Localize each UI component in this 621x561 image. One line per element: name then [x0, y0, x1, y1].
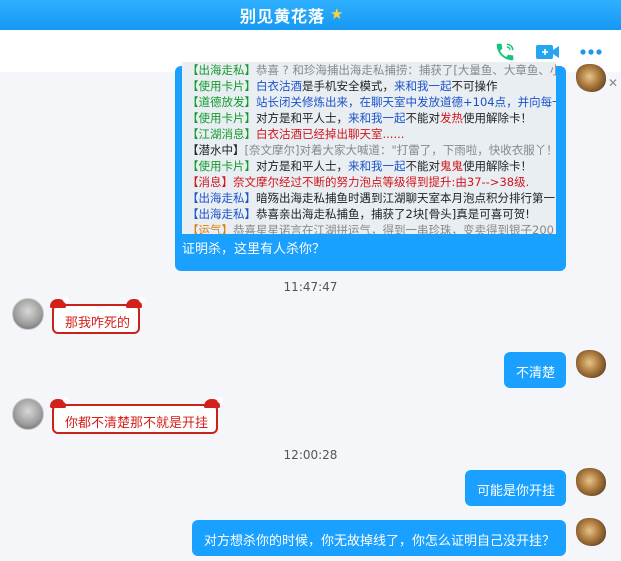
message-text: 可能是你开挂 [477, 484, 556, 499]
screenshot-text: 白衣沽酒已经掉出聊天室...... [256, 127, 405, 141]
screenshot-line: 【使用卡片】对方是和平人士，来和我一起不能对鬼鬼使用解除卡！ [187, 158, 556, 174]
image-message-bubble[interactable]: 【出海走私】恭喜 ? 和珍海捕出海走私捕捞：捕获了[大量鱼、大章鱼、小鲨 【使用卡… [175, 62, 566, 271]
santa-hat-icon [50, 397, 69, 408]
screenshot-text: 发热 [440, 111, 463, 125]
screenshot-text: 【运气】 [187, 223, 233, 234]
message-text: 对方想杀你的时候，你无故掉线了，你怎么证明自己没开挂？ [204, 534, 556, 549]
screenshot-text: 鬼鬼 [440, 159, 463, 173]
screenshot-line: 【使用卡片】对方是和平人士，来和我一起不能对发热使用解除卡！ [187, 110, 556, 126]
screenshot-text: 来和我一起 [348, 159, 406, 173]
avatar[interactable] [12, 398, 44, 430]
screenshot-text: 使用解除卡！ [463, 111, 532, 125]
message-text: 不清楚 [516, 366, 556, 381]
avatar[interactable] [576, 350, 606, 378]
screenshot-text: 不能对 [405, 111, 441, 125]
screenshot-text: 【出海走私】 [187, 63, 256, 77]
screenshot-text: [奈文摩尔]对着大家大喊道："打雷了，下雨啦，快收衣服丫！ [244, 143, 557, 157]
screenshot-text: 不可操作 [451, 79, 498, 93]
more-icon[interactable] [578, 40, 604, 64]
screenshot-line: 【消息】奈文摩尔经过不断的努力泡点等级得到提升:由37-->38级. [187, 174, 556, 190]
screenshot-line: 【使用卡片】白衣沽酒是手机安全模式，来和我一起不可操作 [187, 78, 556, 94]
screenshot-text: 来和我一起 [394, 79, 452, 93]
close-icon[interactable]: ✕ [608, 76, 618, 90]
screenshot-text: 【潜水中】 [187, 143, 245, 157]
message-bubble[interactable]: 那我咋死的 [50, 297, 145, 334]
message-text: 证明杀，这里有人杀你？ [182, 242, 326, 257]
avatar[interactable] [576, 468, 606, 496]
chat-area[interactable]: 【出海走私】恭喜 ? 和珍海捕出海走私捕捞：捕获了[大量鱼、大章鱼、小鲨 【使用卡… [0, 62, 621, 561]
message-text: 那我咋死的 [65, 316, 131, 331]
screenshot-line: 【江湖消息】白衣沽酒已经掉出聊天室...... [187, 126, 556, 142]
screenshot-line: 【出海走私】恭喜 ? 和珍海捕出海走私捕捞：捕获了[大量鱼、大章鱼、小鲨 [187, 62, 556, 78]
avatar[interactable] [12, 298, 44, 330]
screenshot-text: 恭喜亲出海走私捕鱼，捕获了2块[骨头]真是可喜可贺! [256, 207, 530, 221]
screenshot-text: 恭喜星星诺言在江湖拼运气，得到一串珍珠，变卖得到银子200 [233, 223, 554, 234]
screenshot-text: 【使用卡片】 [187, 111, 256, 125]
santa-hat-icon [204, 397, 223, 408]
message-text: 你都不清楚那不就是开挂 [65, 416, 209, 431]
screenshot-line: 【出海走私】暗殇出海走私捕鱼时遇到江湖聊天室本月泡点积分排行第一 [187, 190, 556, 206]
screenshot-line: 【潜水中】[奈文摩尔]对着大家大喊道："打雷了，下雨啦，快收衣服丫！ [187, 142, 556, 158]
screenshot-text: 【江湖消息】 [187, 127, 256, 141]
screenshot-text: 是手机安全模式， [302, 79, 394, 93]
screenshot-text: 不能对 [405, 159, 441, 173]
message-bubble[interactable]: 对方想杀你的时候，你无故掉线了，你怎么证明自己没开挂？ [192, 520, 566, 556]
screenshot-text: 【使用卡片】 [187, 159, 256, 173]
screenshot-text: 暗殇出海走私捕鱼时遇到江湖聊天室本月泡点积分排行第一 [256, 191, 555, 205]
screenshot-text: 白衣沽酒 [256, 79, 302, 93]
screenshot-text: 对方是和平人士， [256, 159, 348, 173]
screenshot-text: 奈文摩尔经过不断的努力泡点等级得到提升:由37-->38级. [233, 175, 530, 189]
screenshot-text: 对方是和平人士， [256, 111, 348, 125]
phone-icon[interactable] [492, 40, 518, 64]
santa-hat-icon [50, 297, 69, 308]
santa-hat-icon [126, 297, 145, 308]
screenshot-text: 【使用卡片】 [187, 79, 256, 93]
chat-title: 别见黄花落 [240, 7, 326, 26]
title-bar: 别见黄花落 ★ [0, 0, 621, 30]
screenshot-text: 来和我一起 [348, 111, 406, 125]
message-bubble[interactable]: 不清楚 [504, 352, 566, 388]
screenshot-text: 使用解除卡！ [463, 159, 532, 173]
star-icon: ★ [330, 5, 344, 23]
screenshot-text: 【出海走私】 [187, 191, 256, 205]
screenshot-text: 站长闭关修炼出来，在聊天室中发放道德+104点，并向每一 [256, 95, 556, 109]
video-icon[interactable] [535, 40, 561, 64]
message-bubble[interactable]: 可能是你开挂 [465, 470, 566, 506]
avatar[interactable] [576, 64, 606, 92]
avatar[interactable] [576, 518, 606, 546]
timestamp: 11:47:47 [283, 280, 338, 294]
screenshot-line: 【出海走私】恭喜亲出海走私捕鱼，捕获了2块[骨头]真是可喜可贺! [187, 206, 556, 222]
screenshot-text: 【出海走私】 [187, 207, 256, 221]
screenshot-text: 【消息】 [187, 175, 233, 189]
screenshot-line: 【运气】恭喜星星诺言在江湖拼运气，得到一串珍珠，变卖得到银子200 [187, 222, 556, 234]
timestamp: 12:00:28 [283, 448, 338, 462]
screenshot-text: 【道德放发】 [187, 95, 256, 109]
message-bubble[interactable]: 你都不清楚那不就是开挂 [50, 397, 223, 434]
screenshot-line: 【道德放发】站长闭关修炼出来，在聊天室中发放道德+104点，并向每一 [187, 94, 556, 110]
screenshot-image[interactable]: 【出海走私】恭喜 ? 和珍海捕出海走私捕捞：捕获了[大量鱼、大章鱼、小鲨 【使用卡… [182, 62, 556, 234]
screenshot-text: 恭喜 ? 和珍海捕出海走私捕捞：捕获了[大量鱼、大章鱼、小鲨 [256, 63, 556, 77]
